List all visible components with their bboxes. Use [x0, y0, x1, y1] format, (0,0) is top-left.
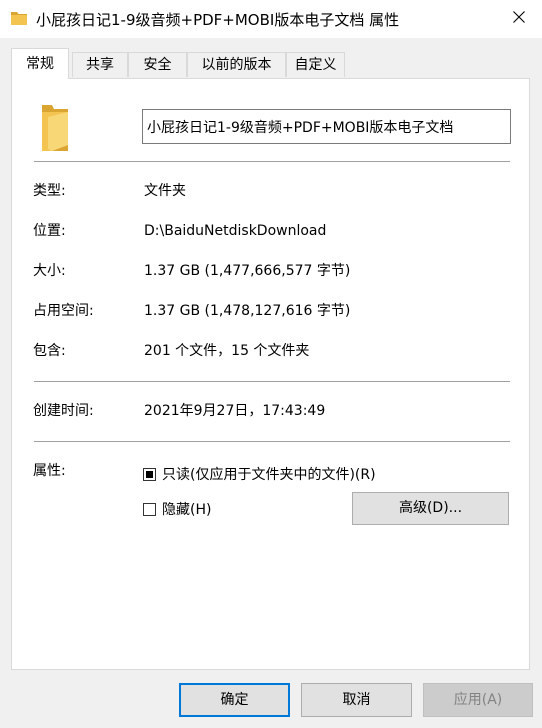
size-value: 1.37 GB (1,477,666,577 字节): [144, 263, 351, 279]
folder-name-input[interactable]: [142, 109, 511, 144]
separator: [34, 161, 510, 162]
size-label: 大小:: [33, 263, 66, 279]
attributes-label: 属性:: [33, 463, 66, 479]
apply-button[interactable]: 应用(A): [423, 683, 533, 717]
contains-row: 包含: 201 个文件，15 个文件夹: [12, 339, 529, 363]
advanced-button[interactable]: 高级(D)...: [352, 492, 509, 525]
close-button[interactable]: [496, 0, 542, 38]
tab-security[interactable]: 安全: [128, 52, 187, 77]
hidden-checkbox[interactable]: [143, 503, 156, 516]
folder-icon: [11, 11, 27, 25]
tab-general[interactable]: 常规: [11, 48, 69, 79]
location-label: 位置:: [33, 223, 66, 239]
readonly-checkbox[interactable]: [143, 468, 156, 481]
created-row: 创建时间: 2021年9月27日，17:43:49: [12, 399, 529, 423]
tab-sharing[interactable]: 共享: [72, 52, 128, 77]
location-row: 位置: D:\BaiduNetdiskDownload: [12, 219, 529, 243]
folder-large-icon: [40, 103, 70, 153]
contains-value: 201 个文件，15 个文件夹: [144, 343, 310, 359]
created-label: 创建时间:: [33, 403, 94, 419]
separator: [34, 441, 510, 442]
type-row: 类型: 文件夹: [12, 179, 529, 203]
size-row: 大小: 1.37 GB (1,477,666,577 字节): [12, 259, 529, 283]
ok-button[interactable]: 确定: [179, 683, 290, 717]
created-value: 2021年9月27日，17:43:49: [144, 403, 326, 419]
title-bar: 小屁孩日记1-9级音频+PDF+MOBI版本电子文档 属性: [0, 0, 542, 38]
readonly-label[interactable]: 只读(仅应用于文件夹中的文件)(R): [162, 465, 376, 485]
tab-previous-versions[interactable]: 以前的版本: [187, 52, 286, 77]
close-icon: [513, 11, 525, 27]
contains-label: 包含:: [33, 343, 66, 359]
size-on-disk-label: 占用空间:: [33, 303, 94, 319]
type-label: 类型:: [33, 183, 66, 199]
indeterminate-mark-icon: [146, 471, 153, 478]
size-on-disk-row: 占用空间: 1.37 GB (1,478,127,616 字节): [12, 299, 529, 323]
location-value: D:\BaiduNetdiskDownload: [144, 223, 327, 239]
tab-customize[interactable]: 自定义: [286, 52, 345, 77]
hidden-label[interactable]: 隐藏(H): [162, 500, 211, 520]
separator: [34, 381, 510, 382]
general-tab-panel: 类型: 文件夹 位置: D:\BaiduNetdiskDownload 大小: …: [11, 78, 530, 670]
type-value: 文件夹: [144, 183, 186, 199]
size-on-disk-value: 1.37 GB (1,478,127,616 字节): [144, 303, 351, 319]
cancel-button[interactable]: 取消: [301, 683, 412, 717]
window-title: 小屁孩日记1-9级音频+PDF+MOBI版本电子文档 属性: [36, 11, 400, 29]
